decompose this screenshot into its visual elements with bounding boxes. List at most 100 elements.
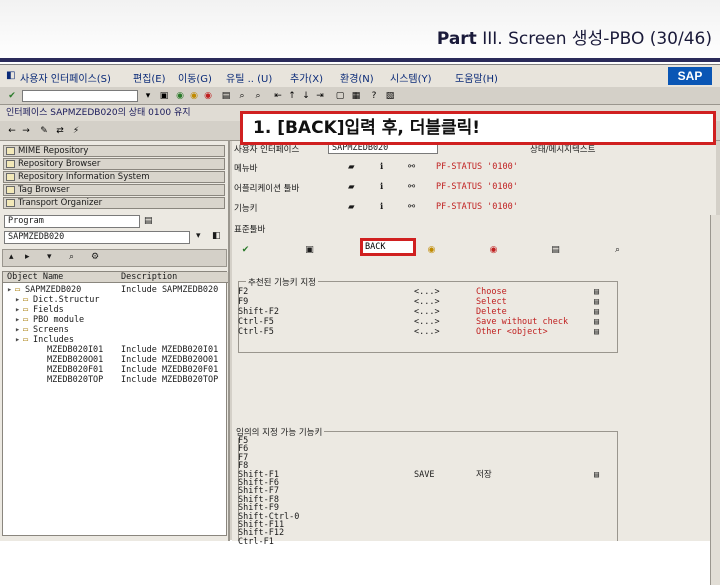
menu-item-help[interactable]: 도움말(H) — [455, 70, 498, 85]
function-key-name: F2 — [238, 287, 249, 297]
tree-find-icon[interactable]: ⌕ — [69, 252, 74, 262]
activate-icon[interactable]: ⚡ — [70, 125, 82, 137]
function-attributes-icon[interactable]: ▤ — [594, 297, 599, 307]
menu-item-utilities[interactable]: 유틸 .. (U) — [226, 70, 272, 85]
tree-row[interactable]: ▸ ▭ Dict.Structur — [3, 295, 228, 305]
back-icon[interactable]: ◉ — [174, 90, 186, 102]
display-change-icon[interactable]: ⇄ — [54, 125, 66, 137]
sub-object-label: 메뉴바 — [234, 164, 258, 174]
function-key-object: <...> — [414, 307, 440, 317]
tree-settings-icon[interactable]: ⚙ — [91, 252, 99, 262]
menu-item-environment[interactable]: 환경(N) — [340, 70, 374, 85]
menu-item-edit[interactable]: 편집(E) — [133, 70, 166, 85]
recommended-key-row[interactable]: Shift-F2 <...> Delete ▤ — [238, 307, 708, 317]
object-type-select[interactable]: Program — [4, 215, 140, 228]
recommended-key-row[interactable]: F9 <...> Select ▤ — [238, 297, 708, 307]
new-session-icon[interactable]: ▢ — [334, 90, 346, 102]
link-icon[interactable]: ⚯ — [408, 202, 415, 212]
tree-row[interactable]: MZEDB020O01 Include MZEDB020O01 — [3, 355, 228, 365]
instruction-callout: 1. [BACK]입력 후, 더블클릭! — [240, 111, 716, 145]
help-icon[interactable]: ? — [368, 90, 380, 102]
nav-tag-browser[interactable]: Tag Browser — [3, 184, 225, 196]
tree-row[interactable]: MZEDB020TOP Include MZEDB020TOP — [3, 375, 228, 385]
link-icon[interactable]: ⚯ — [408, 182, 415, 192]
tree-up-icon[interactable]: ▴ — [9, 252, 14, 262]
expand-arrow-icon[interactable]: ▸ — [15, 295, 20, 305]
tree-row[interactable]: ▸ ▭ SAPMZEDB020 Include SAPMZEDB020 — [3, 285, 228, 295]
function-key-name: Ctrl-F1 — [238, 536, 274, 547]
cancel-icon[interactable]: ◉ — [202, 90, 214, 102]
first-page-icon[interactable]: ⇤ — [272, 90, 284, 102]
expand-arrow-icon[interactable]: ▸ — [15, 305, 20, 315]
tree-row[interactable]: ▸ ▭ PBO module — [3, 315, 228, 325]
prev-page-icon[interactable]: ↑ — [286, 90, 298, 102]
menu-item-goto[interactable]: 이동(G) — [178, 70, 212, 85]
function-attributes-icon[interactable]: ▤ — [594, 307, 599, 317]
tree-header: Object Name Description — [3, 272, 228, 283]
tree-row[interactable]: ▸ ▭ Screens — [3, 325, 228, 335]
info-icon[interactable]: ℹ — [380, 202, 383, 212]
nav-repository-browser[interactable]: Repository Browser — [3, 158, 225, 170]
tree-object-name: MZEDB020F01 — [47, 365, 104, 375]
edit-icon[interactable]: ▰ — [348, 182, 355, 192]
link-icon[interactable]: ⚯ — [408, 162, 415, 172]
find-next-icon[interactable]: ⌕ — [252, 90, 264, 102]
next-page-icon[interactable]: ↓ — [300, 90, 312, 102]
function-attributes-icon[interactable]: ▤ — [594, 287, 599, 297]
folder-icon: ▭ — [23, 325, 29, 335]
tree-collapse-icon[interactable]: ▾ — [47, 252, 52, 262]
tree-row[interactable]: MZEDB020F01 Include MZEDB020F01 — [3, 365, 228, 375]
menu-item-interface[interactable]: 사용자 인터페이스(S) — [20, 70, 111, 85]
tree-row[interactable]: ▸ ▭ Includes — [3, 335, 228, 345]
slide-title-rest: III. Screen 생성-PBO (30/46) — [476, 29, 712, 49]
layout-icon[interactable]: ▧ — [384, 90, 396, 102]
save-icon[interactable]: ▣ — [158, 90, 170, 102]
expand-arrow-icon[interactable]: ▸ — [15, 325, 20, 335]
find-icon[interactable]: ⌕ — [236, 90, 248, 102]
tree-expand-icon[interactable]: ▸ — [25, 252, 30, 262]
edit-icon[interactable]: ▰ — [348, 202, 355, 212]
info-icon[interactable]: ℹ — [380, 182, 383, 192]
back-function-code-input[interactable]: BACK — [360, 238, 416, 256]
other-object-icon[interactable]: ✎ — [38, 125, 50, 137]
expand-arrow-icon[interactable]: ▸ — [15, 335, 20, 345]
object-name-input[interactable]: SAPMZEDB020 — [4, 231, 190, 244]
function-key-name: Ctrl-F5 — [238, 327, 274, 337]
tree-object-name: MZEDB020I01 — [47, 345, 104, 355]
nav-transport-organizer[interactable]: Transport Organizer — [3, 197, 225, 209]
last-page-icon[interactable]: ⇥ — [314, 90, 326, 102]
recommended-key-row[interactable]: Ctrl-F5 <...> Save without check ▤ — [238, 317, 708, 327]
info-icon[interactable]: ℹ — [380, 162, 383, 172]
expand-arrow-icon[interactable]: ▸ — [7, 285, 12, 295]
edit-icon[interactable]: ▰ — [348, 162, 355, 172]
tree-row[interactable]: ▸ ▭ Fields — [3, 305, 228, 315]
menu-item-extras[interactable]: 추가(X) — [290, 70, 323, 85]
cancel-key-icon: ◉ — [489, 245, 498, 255]
menu-expand-icon[interactable]: ◧ — [6, 70, 15, 81]
shortcut-icon[interactable]: ▦ — [350, 90, 362, 102]
vertical-scrollbar[interactable] — [710, 215, 720, 585]
select-list-icon[interactable]: ▤ — [144, 216, 153, 226]
expand-arrow-icon[interactable]: ▸ — [15, 315, 20, 325]
nav-mime-repository[interactable]: MIME Repository — [3, 145, 225, 157]
back-arrow-icon[interactable]: ← — [6, 125, 18, 137]
recommended-key-row[interactable]: Ctrl-F5 <...> Other <object> ▤ — [238, 327, 708, 337]
exit-icon[interactable]: ◉ — [188, 90, 200, 102]
sub-object-label: 기능키 — [234, 204, 258, 214]
recommended-key-row[interactable]: F2 <...> Choose ▤ — [238, 287, 708, 297]
print-icon[interactable]: ▤ — [220, 90, 232, 102]
menu-item-system[interactable]: 시스템(Y) — [390, 70, 432, 85]
function-attributes-icon[interactable]: ▤ — [594, 317, 599, 327]
function-attributes-icon[interactable]: ▤ — [594, 327, 599, 337]
command-field[interactable] — [22, 90, 138, 102]
sub-object-status: PF-STATUS '0100' — [436, 202, 518, 212]
enter-icon[interactable]: ✔ — [6, 90, 18, 102]
folder-icon: ▭ — [23, 315, 29, 325]
forward-arrow-icon[interactable]: → — [20, 125, 32, 137]
tree-row[interactable]: MZEDB020I01 Include MZEDB020I01 — [3, 345, 228, 355]
free-key-row[interactable]: Ctrl-F1 — [238, 536, 708, 547]
display-icon[interactable]: ◧ — [212, 231, 221, 241]
object-name-dropdown-icon[interactable]: ▾ — [196, 231, 201, 241]
nav-repository-info-system[interactable]: Repository Information System — [3, 171, 225, 183]
dropdown-icon[interactable]: ▾ — [142, 90, 154, 102]
